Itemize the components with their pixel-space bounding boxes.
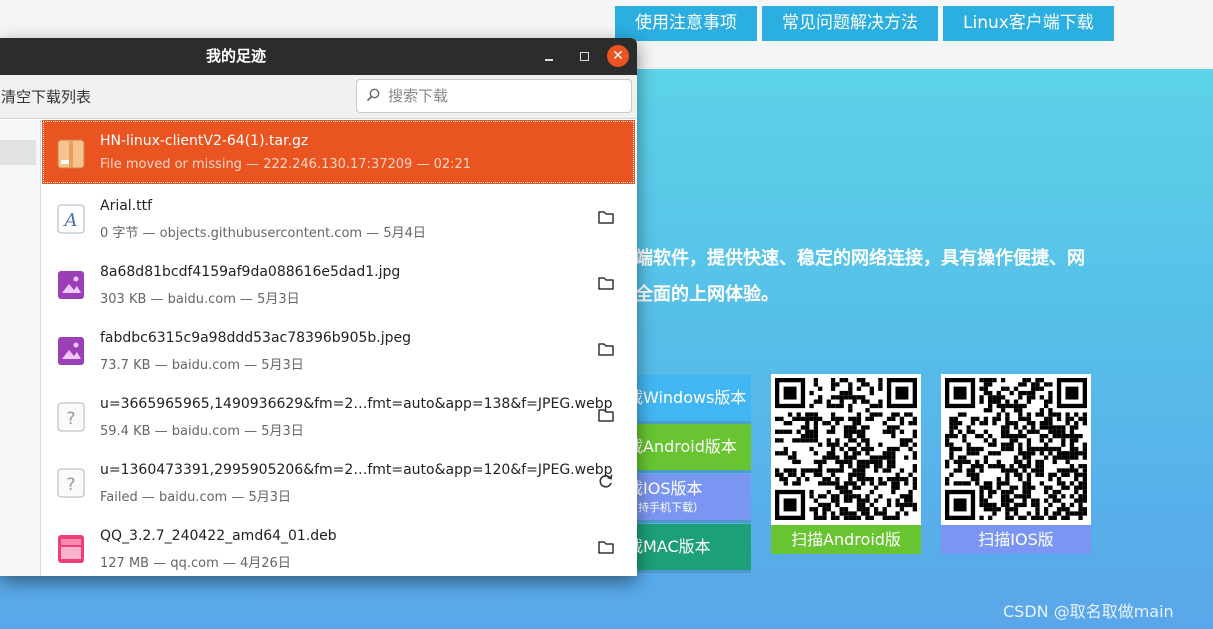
download-ios-sublabel: 支持手机下载） — [627, 501, 704, 514]
download-android-label: 载Android版本 — [627, 437, 737, 456]
svg-text:?: ? — [66, 409, 75, 429]
download-ios-label: 载IOS版本 — [627, 479, 703, 498]
hero-description-line2: 全面的上网体验。 — [635, 284, 779, 305]
csdn-watermark: CSDN @取名取做main — [1003, 602, 1174, 621]
font-icon: A — [57, 204, 85, 234]
download-status: 127 MB — qq.com — 4月26日 — [100, 556, 291, 571]
download-status: Failed — baidu.com — 5月3日 — [100, 490, 292, 505]
folder-icon[interactable] — [597, 275, 615, 291]
qr-code-ios — [941, 374, 1091, 524]
clear-downloads-button[interactable]: 清空下载列表 — [1, 75, 91, 119]
qr-ios-label: 扫描IOS版 — [941, 525, 1091, 554]
library-sidebar — [0, 120, 41, 576]
nav-faq[interactable]: 常见问题解决方法 — [762, 6, 938, 41]
download-status: 0 字节 — objects.githubusercontent.com — 5… — [100, 226, 426, 241]
folder-icon[interactable] — [597, 539, 615, 555]
qr-card-android: 扫描Android版 — [771, 374, 921, 554]
sidebar-item-downloads[interactable] — [0, 140, 36, 165]
folder-icon[interactable] — [597, 407, 615, 423]
download-status: 303 KB — baidu.com — 5月3日 — [100, 292, 300, 307]
svg-text:A: A — [63, 210, 78, 231]
unknown-file-icon: ? — [57, 402, 85, 432]
download-status: 59.4 KB — baidu.com — 5月3日 — [100, 424, 304, 439]
minimize-icon[interactable] — [538, 45, 560, 67]
window-title: 我的足迹 — [205, 47, 266, 65]
image-icon — [58, 337, 84, 365]
download-mac-label: 载MAC版本 — [627, 537, 711, 556]
website-nav: 使用注意事项 常见问题解决方法 Linux客户端下载 — [615, 6, 1114, 41]
unknown-file-icon: ? — [57, 468, 85, 498]
image-icon — [58, 271, 84, 299]
download-filename: 8a68d81bcdf4159af9da088616e5dad1.jpg — [100, 264, 401, 280]
nav-linux-download[interactable]: Linux客户端下载 — [943, 6, 1114, 41]
download-item[interactable]: QQ_3.2.7_240422_amd64_01.deb 127 MB — qq.… — [42, 515, 635, 576]
retry-icon[interactable] — [597, 473, 615, 489]
downloads-window: 我的足迹 ✕ 清空下载列表 HN-linux-clientV2-64(1).ta… — [0, 38, 637, 576]
download-list: HN-linux-clientV2-64(1).tar.gz File moved… — [42, 120, 635, 576]
download-filename: QQ_3.2.7_240422_amd64_01.deb — [100, 528, 337, 544]
search-downloads-field[interactable] — [356, 79, 632, 113]
svg-text:?: ? — [66, 475, 75, 495]
download-item[interactable]: A Arial.ttf 0 字节 — objects.githubuserconte… — [42, 185, 635, 251]
nav-usage-notes[interactable]: 使用注意事项 — [615, 6, 757, 41]
qr-android-label: 扫描Android版 — [771, 525, 921, 554]
package-icon — [58, 535, 84, 563]
window-titlebar[interactable]: 我的足迹 ✕ — [0, 38, 637, 75]
qr-code-android — [771, 374, 921, 524]
hero-description-line1: 端软件，提供快速、稳定的网络连接，具有操作便捷、网 — [635, 248, 1085, 269]
download-windows-label: 载Windows版本 — [627, 388, 747, 407]
folder-icon[interactable] — [597, 209, 615, 225]
search-icon — [367, 88, 380, 101]
download-status: 73.7 KB — baidu.com — 5月3日 — [100, 358, 304, 373]
qr-card-ios: 扫描IOS版 — [941, 374, 1091, 554]
download-item[interactable]: ? u=1360473391,2995905206&fm=2…fmt=auto&a… — [42, 449, 635, 515]
download-item[interactable]: 8a68d81bcdf4159af9da088616e5dad1.jpg 303 … — [42, 251, 635, 317]
download-status: File moved or missing — 222.246.130.17:3… — [100, 157, 472, 172]
search-input[interactable] — [388, 85, 623, 107]
folder-icon[interactable] — [597, 341, 615, 357]
download-item[interactable]: HN-linux-clientV2-64(1).tar.gz File moved… — [42, 120, 635, 184]
maximize-icon[interactable] — [573, 45, 595, 67]
download-filename: fabdbc6315c9a98ddd53ac78396b905b.jpeg — [100, 330, 412, 346]
download-item[interactable]: ? u=3665965965,1490936629&fm=2…fmt=auto&a… — [42, 383, 635, 449]
download-filename: u=3665965965,1490936629&fm=2…fmt=auto&ap… — [100, 396, 613, 412]
download-filename: Arial.ttf — [100, 198, 153, 214]
archive-icon — [57, 139, 85, 169]
download-filename: u=1360473391,2995905206&fm=2…fmt=auto&ap… — [100, 462, 613, 478]
download-filename: HN-linux-clientV2-64(1).tar.gz — [100, 133, 309, 149]
download-item[interactable]: fabdbc6315c9a98ddd53ac78396b905b.jpeg 73.… — [42, 317, 635, 383]
close-icon[interactable]: ✕ — [607, 45, 629, 67]
